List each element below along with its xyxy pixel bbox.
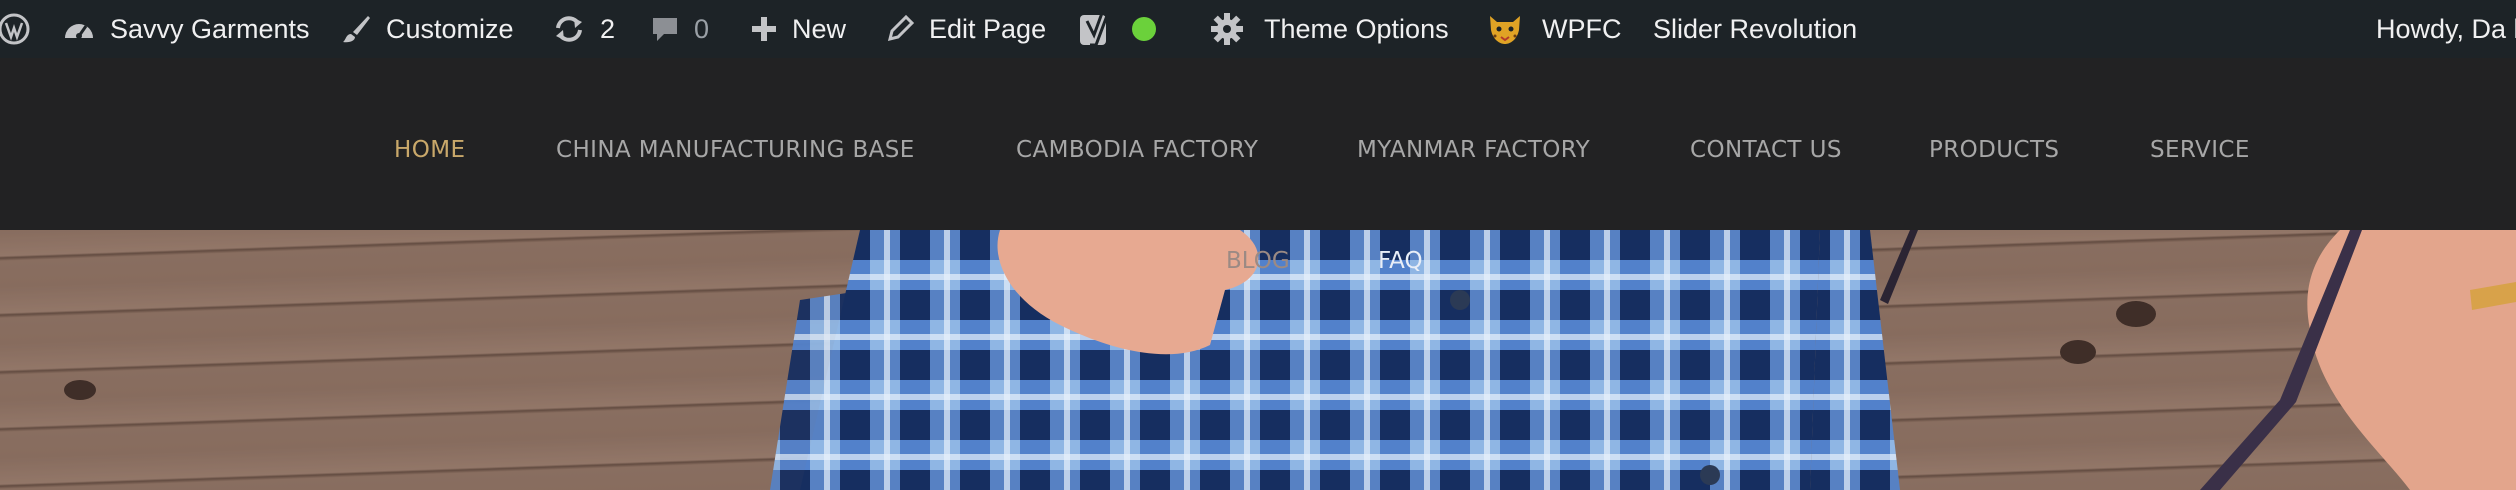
new-content-menu[interactable]: New	[750, 0, 846, 58]
comment-bubble-icon	[653, 18, 677, 41]
nav-item-blog[interactable]: BLOG	[1226, 244, 1290, 278]
slider-revolution-menu[interactable]: Slider Revolution	[1653, 0, 1857, 58]
hero-slider[interactable]: BLOG FAQ	[0, 230, 2516, 490]
theme-options-menu[interactable]: Theme Options	[1210, 0, 1449, 58]
nav-item-cambodia-factory[interactable]: CAMBODIA FACTORY	[1016, 132, 1258, 168]
updates-count: 2	[600, 13, 616, 44]
updates-link[interactable]: 2	[552, 0, 615, 58]
nav-item-products[interactable]: PRODUCTS	[1929, 132, 2059, 168]
theme-options-label: Theme Options	[1264, 13, 1449, 44]
wpfc-menu[interactable]: WPFC	[1486, 0, 1621, 58]
nav-item-myanmar-factory[interactable]: MYANMAR FACTORY	[1357, 132, 1590, 168]
howdy-label: Howdy, Da l	[2376, 13, 2516, 44]
wordpress-logo-icon[interactable]	[0, 0, 32, 58]
plus-icon	[752, 17, 776, 41]
nav-item-china-manufacturing-base[interactable]: CHINA MANUFACTURING BASE	[556, 132, 915, 168]
cheetah-icon	[1490, 16, 1520, 44]
pencil-icon	[887, 14, 915, 42]
site-name-label: Savvy Garments	[110, 13, 310, 44]
customize-link[interactable]: Customize	[340, 0, 514, 58]
wpfc-label: WPFC	[1542, 13, 1622, 44]
edit-page-link[interactable]: Edit Page	[885, 0, 1046, 58]
yoast-icon	[1080, 11, 1111, 47]
site-header: HOME CHINA MANUFACTURING BASE CAMBODIA F…	[0, 58, 2516, 230]
dashboard-icon	[65, 24, 93, 39]
comments-link[interactable]: 0	[650, 0, 709, 58]
nav-item-faq[interactable]: FAQ	[1378, 244, 1423, 278]
my-account-menu[interactable]: Howdy, Da l	[2376, 0, 2516, 58]
gear-icon	[1211, 13, 1243, 45]
refresh-icon	[556, 16, 582, 42]
seo-status-dot	[1132, 17, 1156, 41]
slider-revolution-label: Slider Revolution	[1653, 13, 1858, 44]
customize-label: Customize	[386, 13, 514, 44]
nav-item-service[interactable]: SERVICE	[2150, 132, 2250, 168]
nav-item-home[interactable]: HOME	[394, 132, 465, 168]
edit-page-label: Edit Page	[929, 13, 1047, 44]
new-label: New	[792, 13, 847, 44]
paintbrush-icon	[343, 16, 370, 43]
nav-item-contact-us[interactable]: CONTACT US	[1690, 132, 1842, 168]
wp-admin-bar: Savvy Garments Customize 2 0 New Edit Pa…	[0, 0, 2516, 58]
site-name-menu[interactable]: Savvy Garments	[62, 0, 310, 58]
yoast-seo-menu[interactable]	[1078, 0, 1156, 58]
comments-count: 0	[694, 13, 710, 44]
